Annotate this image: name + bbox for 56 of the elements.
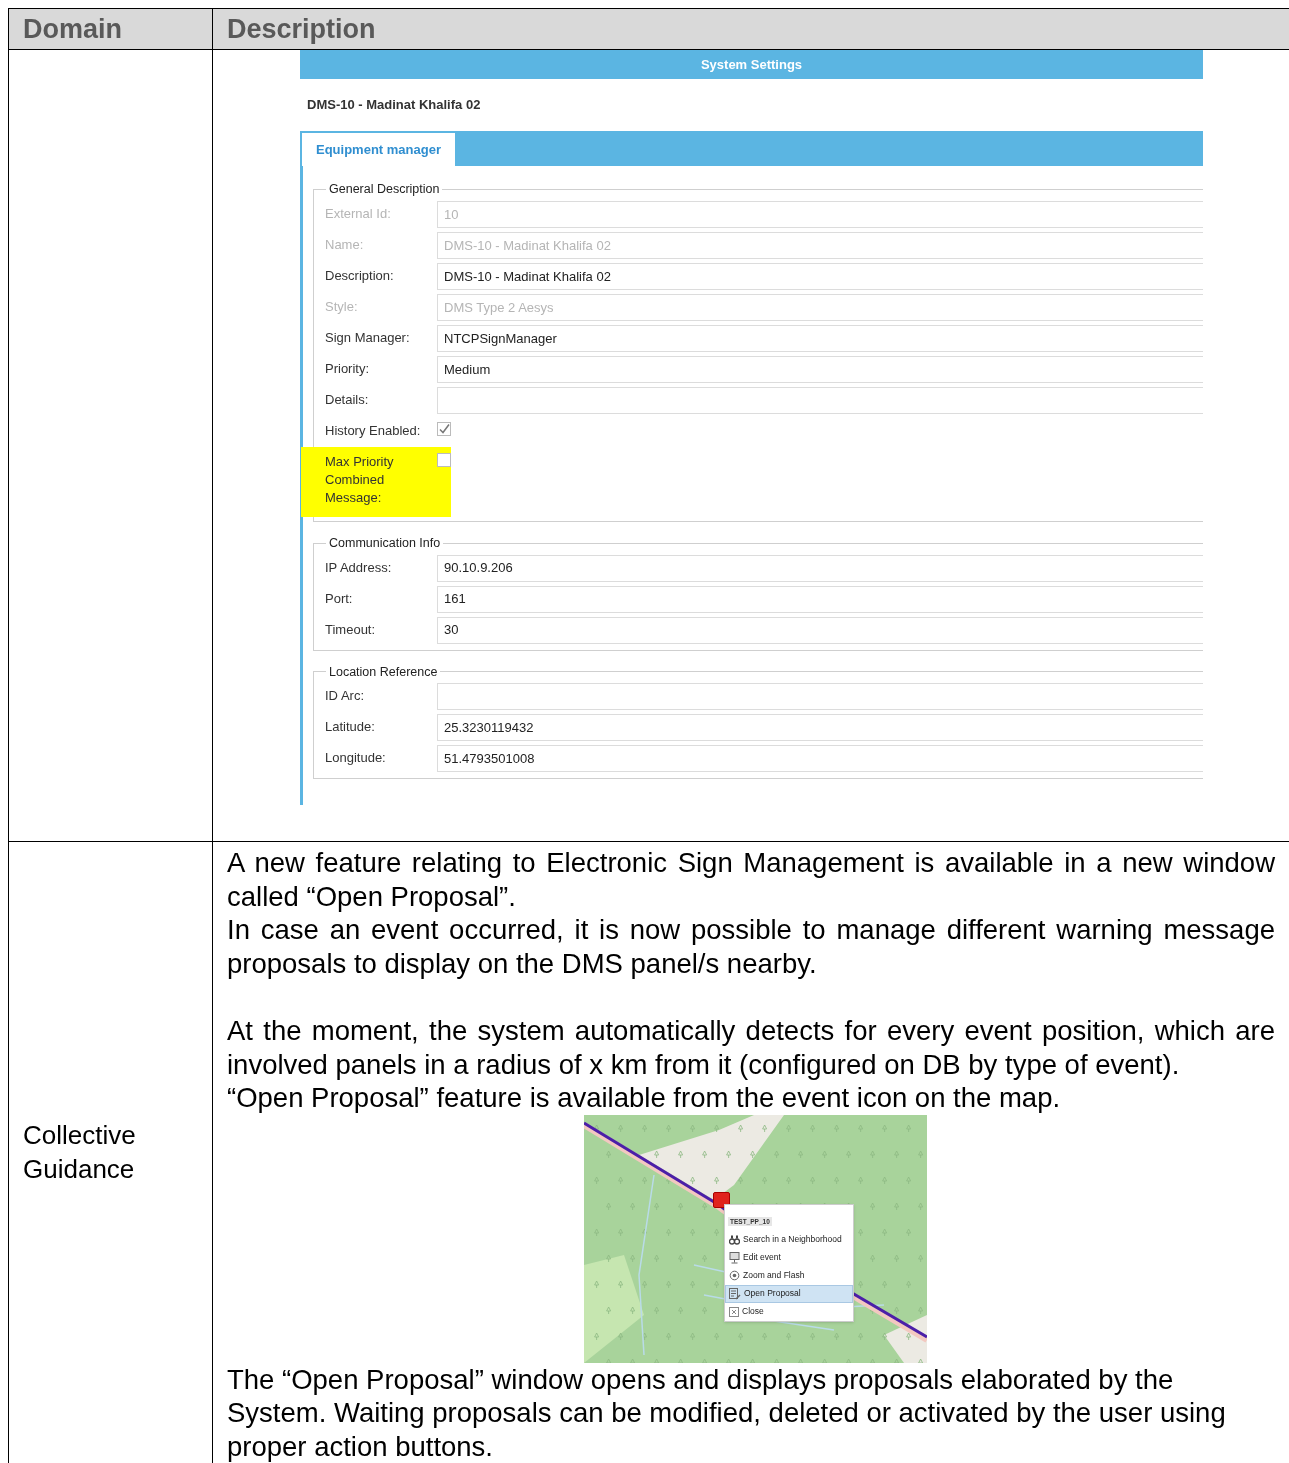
tab[interactable]: Equipment manager <box>302 133 455 166</box>
field-label: Priority: <box>325 359 371 378</box>
field-label: Name: <box>325 235 365 254</box>
menu-item-label: Close <box>742 1305 764 1318</box>
input-field[interactable]: 30 <box>437 616 1203 644</box>
field-label: Sign Manager: <box>325 328 411 347</box>
menu-item-label: Edit event <box>743 1251 781 1264</box>
field-label: IP Address: <box>325 558 393 577</box>
menu-item[interactable]: Search in a Neighborhood <box>725 1230 853 1249</box>
menu-item[interactable]: Open Proposal <box>725 1284 853 1303</box>
record-heading: DMS-10 - Madinat Khalifa 02 <box>307 96 481 115</box>
section-legend: Location Reference <box>326 662 441 682</box>
input-field[interactable]: 51.4793501008 <box>437 745 1203 773</box>
menu-item[interactable]: Edit event <box>725 1248 853 1267</box>
domain-label: Collective Guidance <box>23 1119 137 1186</box>
field-label: Details: <box>325 390 370 409</box>
menu-item-label: Zoom and Flash <box>743 1269 805 1282</box>
section-legend: Communication Info <box>326 533 444 553</box>
document-pencil-icon <box>729 1287 741 1300</box>
paragraph: At the moment, the system automatically detects for every event position, which are involved panels in a radius of x km from it (configured on DB by type of event). <box>227 1014 1275 1081</box>
input-field[interactable]: 161 <box>437 585 1203 613</box>
input-field[interactable]: DMS-10 - Madinat Khalifa 02 <box>437 262 1203 290</box>
field-label: Description: <box>325 266 395 285</box>
menu-item-label: Search in a Neighborhood <box>743 1233 842 1246</box>
paragraph: The “Open Proposal” window opens and displays proposals elaborated by the System. Waiting proposals can be modified, deleted or activated by the user using proper action buttons. <box>227 1362 1227 1463</box>
column-header: Domain <box>23 12 122 46</box>
menu-item-label: Open Proposal <box>744 1287 801 1300</box>
paragraph: In case an event occurred, it is now possible to manage different warning message proposals to display on the DMS panel/s nearby. <box>227 913 1275 980</box>
input-field[interactable] <box>437 386 1203 414</box>
field-label: Max Priority Combined Message: <box>325 452 395 507</box>
input-field[interactable]: 90.10.9.206 <box>437 554 1203 582</box>
section-legend: General Description <box>326 180 443 199</box>
field-label: External Id: <box>325 204 392 223</box>
input-field[interactable]: Medium <box>437 355 1203 383</box>
input-field[interactable] <box>437 683 1203 711</box>
close-icon <box>729 1306 739 1317</box>
checkbox[interactable] <box>437 421 451 436</box>
target-icon <box>729 1270 740 1281</box>
field-label: History Enabled: <box>325 421 422 440</box>
paragraph: A new feature relating to Electronic Sign Management is available in a new window called “Open Proposal”. <box>227 846 1275 913</box>
field-label: ID Arc: <box>325 687 365 706</box>
column-header: Description <box>227 12 376 46</box>
checkbox[interactable] <box>437 452 451 467</box>
paragraph: “Open Proposal” feature is available from the event icon on the map. <box>227 1081 1062 1115</box>
input-field[interactable]: 25.3230119432 <box>437 714 1203 742</box>
field-label: Timeout: <box>325 620 377 639</box>
window-title: System Settings <box>700 55 803 74</box>
binoculars-icon <box>729 1234 740 1245</box>
field-label: Latitude: <box>325 718 376 737</box>
field-label: Style: <box>325 297 359 316</box>
menu-item[interactable]: Close <box>725 1302 853 1321</box>
monitor-icon <box>729 1251 740 1264</box>
input-field[interactable]: NTCPSignManager <box>437 324 1203 352</box>
field-label: Port: <box>325 589 354 608</box>
menu-item[interactable]: Zoom and Flash <box>725 1266 853 1285</box>
field-label: Longitude: <box>325 749 387 768</box>
